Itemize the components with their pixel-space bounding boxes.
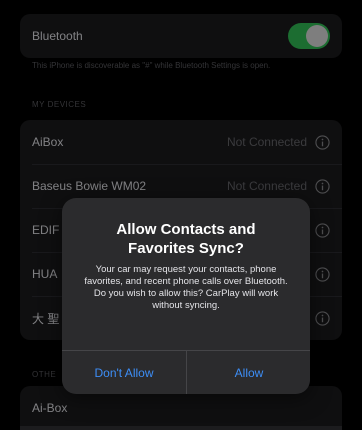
dont-allow-button[interactable]: Don't Allow xyxy=(62,351,186,394)
sync-permission-alert: Allow Contacts and Favorites Sync? Your … xyxy=(62,198,310,394)
bluetooth-settings-screen: Bluetooth This iPhone is discoverable as… xyxy=(0,0,362,430)
allow-button[interactable]: Allow xyxy=(187,351,310,394)
alert-title: Allow Contacts and Favorites Sync? xyxy=(116,221,256,257)
alert-message: Your car may request your contacts, phon… xyxy=(84,264,288,311)
